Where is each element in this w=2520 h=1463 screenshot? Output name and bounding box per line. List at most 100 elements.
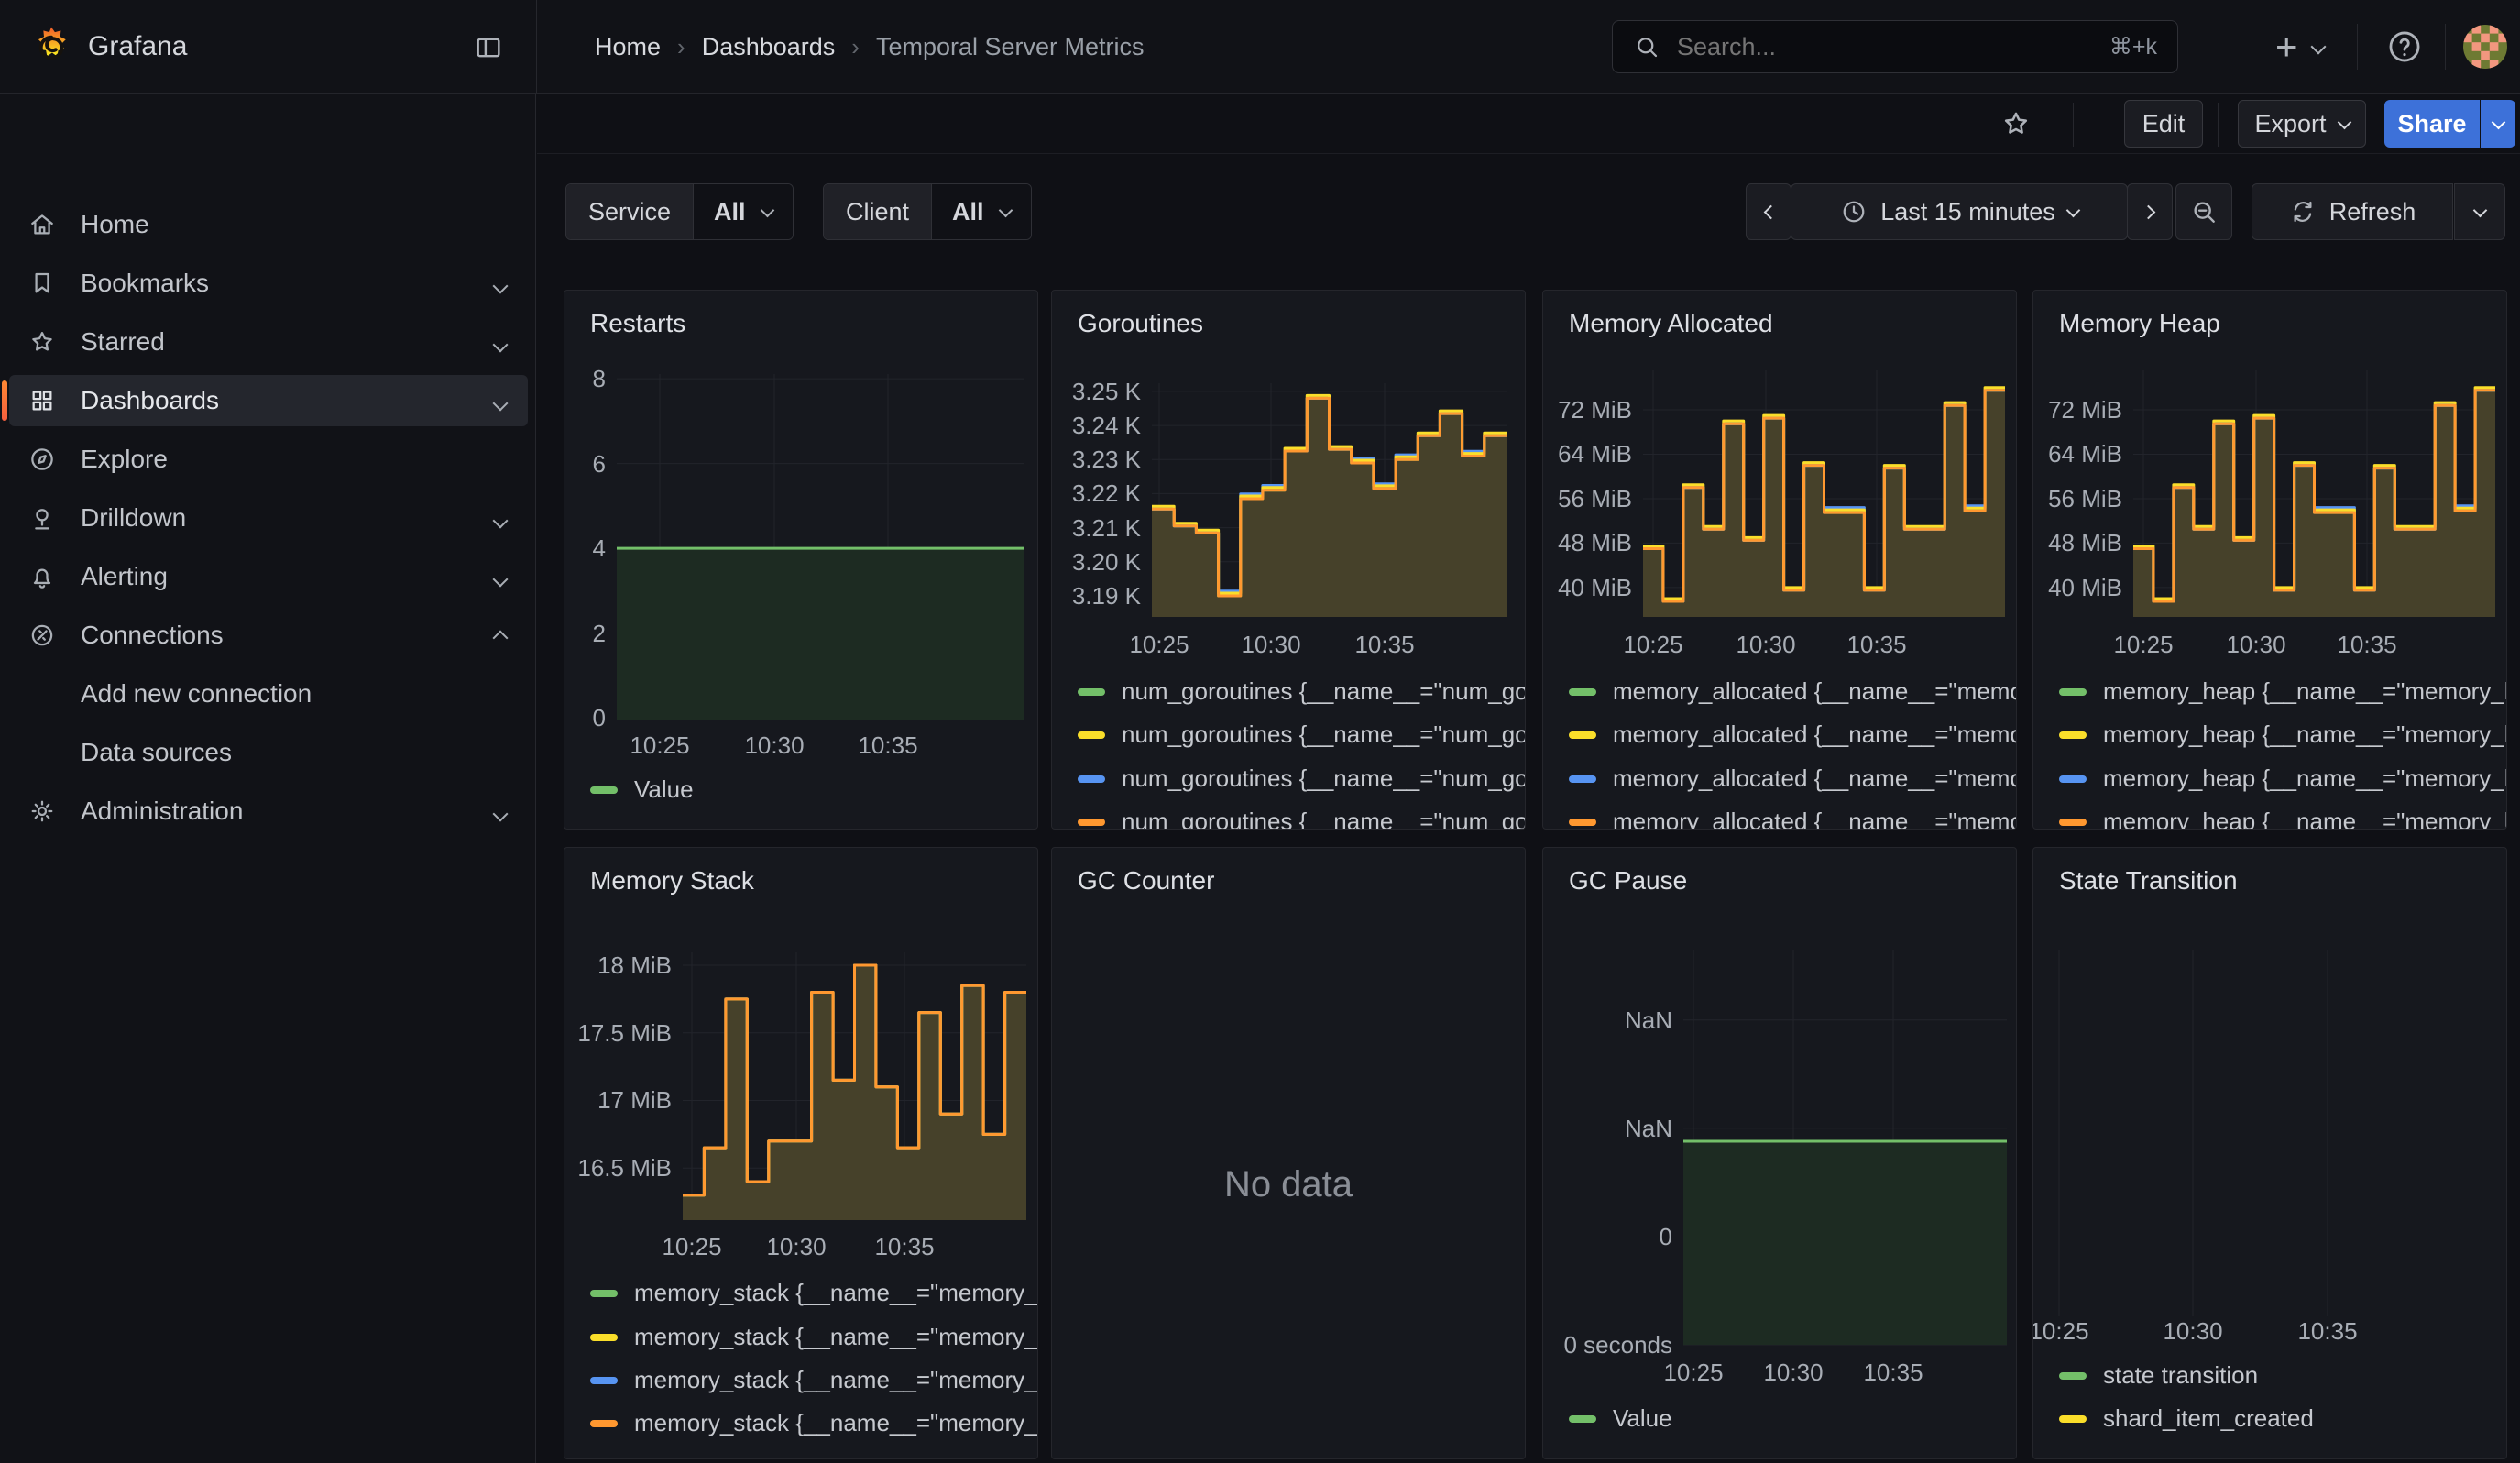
sidebar-item-home[interactable]: Home [9,199,528,250]
chart-plot[interactable] [1643,370,2005,617]
legend-item[interactable]: memory_allocated {__name__="memo [1569,677,2017,706]
time-range-picker[interactable]: Last 15 minutes [1791,183,2128,240]
zoom-out-button[interactable] [2175,183,2232,240]
sidebar-item-data-sources[interactable]: Data sources [9,727,528,778]
chart-plot[interactable] [617,374,1024,720]
legend-item[interactable]: Value [590,776,694,804]
grafana-logo-icon [27,24,75,72]
legend-series-color [590,1290,618,1297]
panel-title[interactable]: Memory Allocated [1569,309,1773,338]
help-icon[interactable] [2385,28,2424,66]
breadcrumb-home[interactable]: Home [595,33,661,61]
chevron-down-icon[interactable] [495,562,506,591]
panel-title[interactable]: GC Counter [1078,866,1214,896]
legend-item[interactable]: memory_stack {__name__="memory_s [590,1279,1038,1307]
legend-item[interactable]: memory_allocated {__name__="memo [1569,720,2017,749]
sidebar-item-alerting[interactable]: Alerting [9,551,528,602]
search-input[interactable] [1675,32,2109,62]
legend-item[interactable]: shard_item_created [2059,1404,2314,1433]
sidebar-item-starred[interactable]: Starred [9,316,528,368]
legend-item[interactable]: memory_allocated {__name__="memo [1569,764,2017,793]
panel-title[interactable]: Restarts [590,309,685,338]
export-button[interactable]: Export [2238,100,2366,148]
edit-button[interactable]: Edit [2124,100,2203,148]
legend-item[interactable]: memory_heap {__name__="memory_h [2059,808,2507,830]
add-button[interactable]: + [2275,28,2324,66]
refresh-button[interactable]: Refresh [2252,183,2453,240]
sidebar-item-label: Dashboards [81,386,219,415]
search-bar[interactable]: ⌘+k [1612,20,2178,73]
service-filter-value[interactable]: All [693,184,793,239]
legend-item[interactable]: memory_heap {__name__="memory_h [2059,720,2507,749]
chart-plot[interactable] [683,952,1026,1220]
refresh-interval-button[interactable] [2454,183,2505,240]
avatar[interactable] [2463,25,2507,69]
sidebar-item-dashboards[interactable]: Dashboards [9,375,528,426]
legend-series-color [590,1420,618,1427]
legend-item[interactable]: memory_heap {__name__="memory_h [2059,677,2507,706]
sidebar-item-bookmarks[interactable]: Bookmarks [9,258,528,309]
legend-item[interactable]: num_goroutines {__name__="num_go [1078,808,1526,830]
share-menu-button[interactable] [2481,100,2515,148]
y-axis-label: 56 MiB [1542,484,1632,513]
legend-item[interactable]: num_goroutines {__name__="num_go [1078,677,1526,706]
chart-plot[interactable] [2041,950,2501,1316]
chevron-down-icon[interactable] [495,797,506,826]
sidebar-item-label: Starred [81,327,165,357]
avatar-image [2463,25,2507,69]
chevron-up-icon[interactable] [495,621,506,650]
panel-title[interactable]: Memory Heap [2059,309,2220,338]
service-filter[interactable]: Service All [565,183,794,240]
panel-title[interactable]: GC Pause [1569,866,1687,896]
refresh-label: Refresh [2329,198,2416,226]
panel-gc-counter: GC CounterNo data [1051,847,1526,1459]
x-axis-label: 10:30 [744,731,804,760]
time-shift-forward-button[interactable] [2127,183,2173,240]
sidebar-item-connections[interactable]: Connections [9,610,528,661]
chevron-down-icon[interactable] [495,327,506,357]
chevron-down-icon [2491,115,2505,129]
sidebar-item-administration[interactable]: Administration [9,786,528,837]
legend-item[interactable]: memory_stack {__name__="memory_s [590,1323,1038,1351]
breadcrumb-separator: › [835,33,876,61]
legend-series-color [590,1377,618,1384]
chevron-right-icon [2141,204,2155,219]
panel-title[interactable]: Memory Stack [590,866,754,896]
panel-title[interactable]: State Transition [2059,866,2238,896]
legend-item[interactable]: Value [1569,1404,1672,1433]
legend-item[interactable]: memory_heap {__name__="memory_h [2059,764,2507,793]
legend-item[interactable]: memory_allocated {__name__="memo [1569,808,2017,830]
chevron-down-icon[interactable] [495,269,506,298]
legend-item[interactable]: state transition [2059,1361,2258,1390]
legend-series-label: memory_heap {__name__="memory_h [2103,677,2507,706]
time-shift-back-button[interactable] [1746,183,1791,240]
chevron-down-icon[interactable] [495,386,506,415]
panel-goroutines: Goroutines3.25 K3.24 K3.23 K3.22 K3.21 K… [1051,290,1526,830]
legend-item[interactable]: memory_stack {__name__="memory_s [590,1366,1038,1394]
sidebar-item-add-new-connection[interactable]: Add new connection [9,668,528,720]
chevron-down-icon [998,203,1013,217]
chart-plot[interactable] [1152,383,1507,617]
sidebar-item-label: Drilldown [81,503,186,533]
client-filter-value[interactable]: All [931,184,1031,239]
chevron-down-icon[interactable] [495,503,506,533]
client-filter[interactable]: Client All [823,183,1032,240]
legend-item[interactable]: memory_stack {__name__="memory_s [590,1409,1038,1437]
chart-plot[interactable] [1683,950,2007,1345]
chevron-left-icon [1763,204,1778,219]
legend-series-label: memory_allocated {__name__="memo [1613,764,2017,793]
x-axis-label: 10:35 [2337,630,2396,659]
breadcrumb-dashboards[interactable]: Dashboards [702,33,836,61]
sidebar-item-explore[interactable]: Explore [9,434,528,485]
legend-item[interactable]: num_goroutines {__name__="num_go [1078,720,1526,749]
x-axis-label: 10:35 [1863,1358,1923,1387]
share-button[interactable]: Share [2384,100,2480,148]
favorite-star-icon[interactable] [2000,107,2032,140]
collapse-menu-icon[interactable] [473,32,504,63]
legend-series-label: num_goroutines {__name__="num_go [1122,677,1526,706]
legend-item[interactable]: num_goroutines {__name__="num_go [1078,764,1526,793]
chart-plot[interactable] [2133,370,2495,617]
sidebar-item-drilldown[interactable]: Drilldown [9,492,528,544]
panel-title[interactable]: Goroutines [1078,309,1203,338]
brand-name[interactable]: Grafana [88,31,187,62]
